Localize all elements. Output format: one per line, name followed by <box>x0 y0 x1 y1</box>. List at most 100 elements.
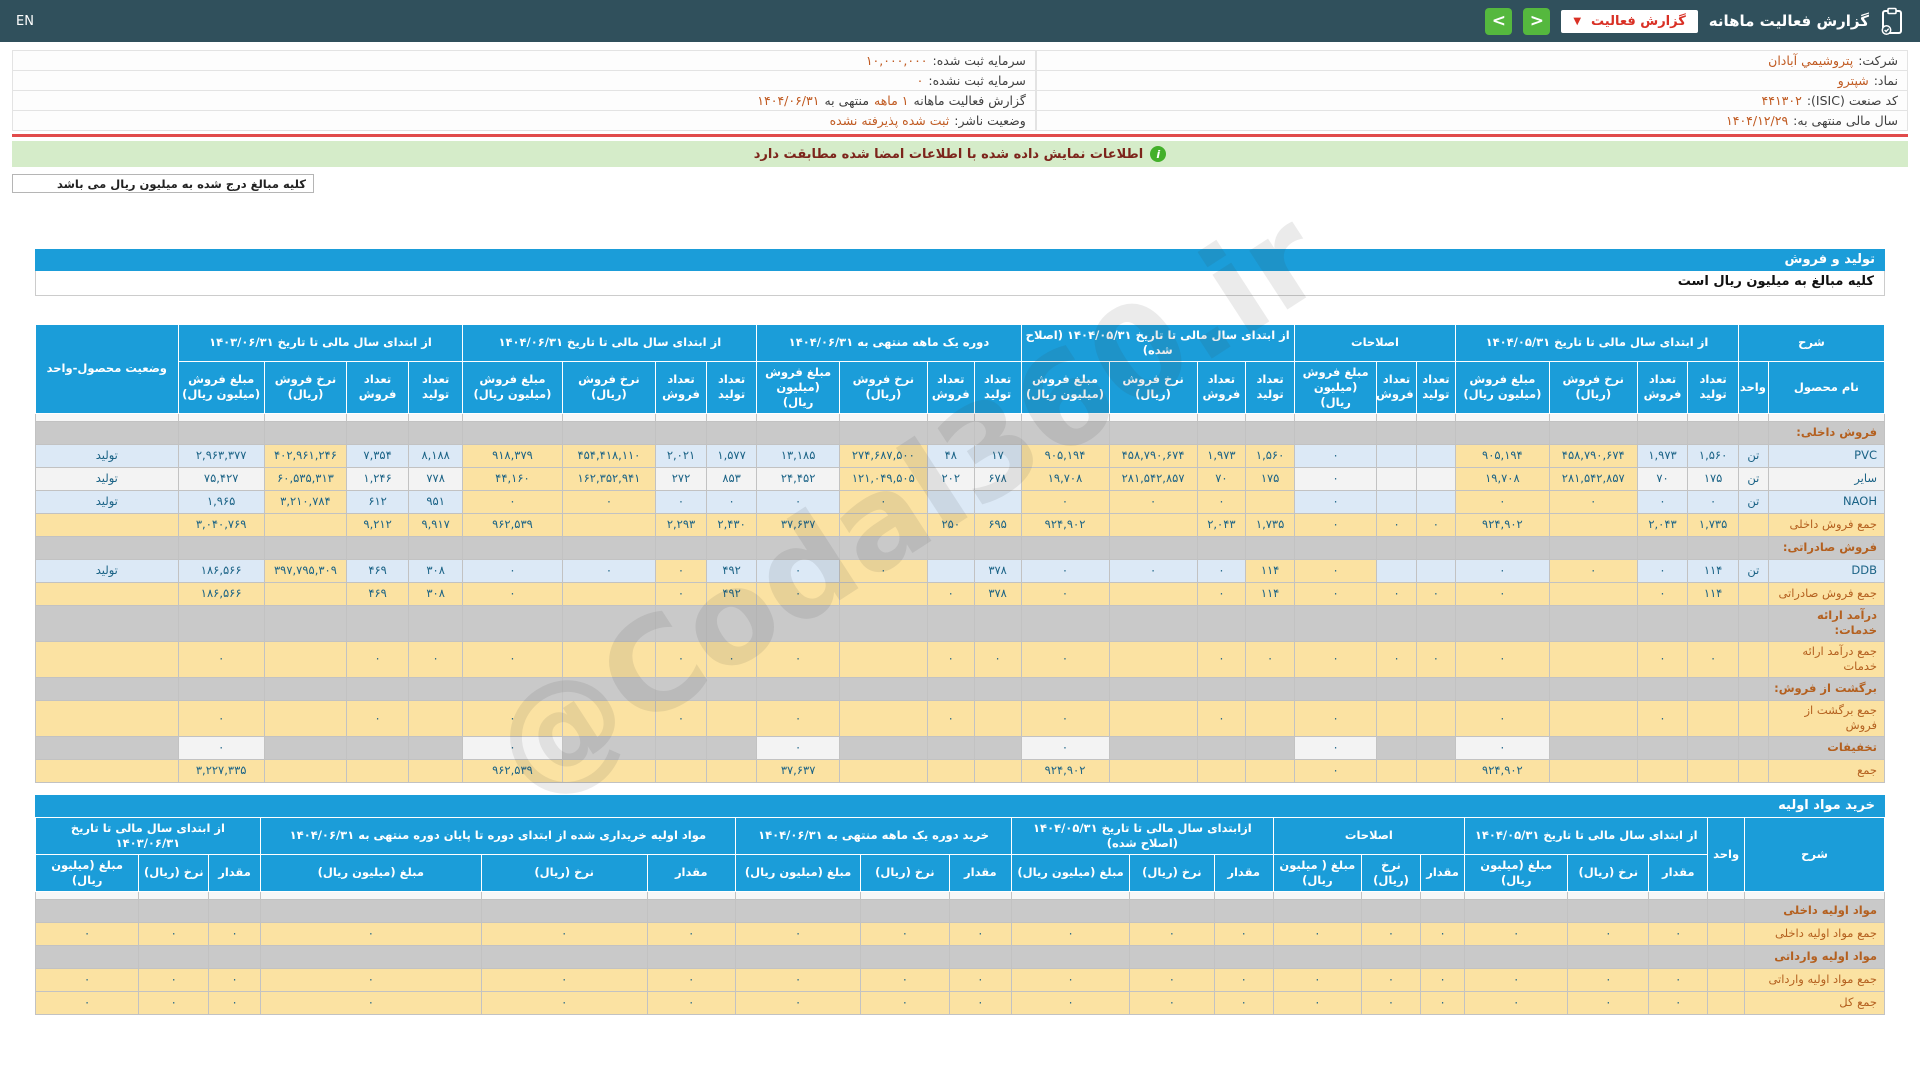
cell: ۰ <box>1012 968 1130 991</box>
cell <box>1708 891 1745 899</box>
cell: ۹۲۴,۹۰۲ <box>1456 759 1550 782</box>
cell <box>36 736 179 759</box>
cell: ۰ <box>1549 559 1637 582</box>
cell <box>1637 736 1688 759</box>
cell <box>1362 891 1421 899</box>
cell <box>1021 421 1109 444</box>
column-header: مقدار <box>1214 854 1273 891</box>
cell: ۲۰۲ <box>927 467 974 490</box>
cell: ۰ <box>178 641 264 677</box>
cell <box>36 413 179 421</box>
cell <box>927 736 974 759</box>
cell <box>839 421 927 444</box>
cell <box>974 759 1021 782</box>
cell: ۰ <box>757 641 839 677</box>
cell <box>463 677 562 700</box>
cell <box>1197 759 1246 782</box>
table-row: جمع۹۲۴,۹۰۲۰۹۲۴,۹۰۲۳۷,۶۳۷۹۶۲,۵۳۹۳,۲۲۷,۳۳۵ <box>36 759 1885 782</box>
cell: ۴۸ <box>927 444 974 467</box>
cell <box>1377 490 1416 513</box>
cell <box>1197 421 1246 444</box>
cell <box>839 759 927 782</box>
cell: ۱۶۲,۳۵۲,۹۴۱ <box>562 467 656 490</box>
report-period-label: گزارش فعالیت ماهانه <box>914 93 1026 108</box>
cell: ۰ <box>1214 991 1273 1014</box>
cell <box>706 421 757 444</box>
report-type-dropdown[interactable]: گزارش فعالیت ▼ <box>1561 10 1697 33</box>
column-header: مبلغ فروش (میلیون ریال) <box>1456 361 1550 413</box>
cell: ۰ <box>209 991 261 1014</box>
cell <box>1420 899 1464 922</box>
cell: ۰ <box>1568 922 1649 945</box>
cell: ۷۷۸ <box>408 467 462 490</box>
section-row: برگشت از فروش: <box>36 677 1885 700</box>
next-report-button[interactable]: > <box>1485 8 1512 35</box>
cell: ۰ <box>656 641 707 677</box>
cell <box>735 899 860 922</box>
column-header: تعداد تولید <box>408 361 462 413</box>
cell: ۹۰۵,۱۹۴ <box>1456 444 1550 467</box>
cell: ۰ <box>757 559 839 582</box>
cell: ۳,۰۴۰,۷۶۹ <box>178 513 264 536</box>
cell: ۰ <box>1197 559 1246 582</box>
cell: ۲۸۱,۵۴۲,۸۵۷ <box>1109 467 1197 490</box>
cell <box>408 413 462 421</box>
cell <box>656 759 707 782</box>
info-icon: i <box>1150 146 1166 162</box>
column-header: نام محصول <box>1768 361 1884 413</box>
column-group-header: واحد <box>1708 817 1745 891</box>
column-group-header: از ابتدای سال مالی تا تاریخ ۱۴۰۴/۰۶/۳۱ <box>463 325 757 362</box>
column-header: تعداد فروش <box>1377 361 1416 413</box>
cell <box>1649 899 1708 922</box>
prev-report-button[interactable]: < <box>1523 8 1550 35</box>
cell: ۱۹,۷۰۸ <box>1021 467 1109 490</box>
cell: ۰ <box>1377 513 1416 536</box>
cell <box>1708 899 1745 922</box>
cell <box>757 677 839 700</box>
cell: ۴۴,۱۶۰ <box>463 467 562 490</box>
cell <box>178 536 264 559</box>
cell: ۱۱۴ <box>1246 582 1295 605</box>
cell <box>861 945 949 968</box>
language-toggle[interactable]: EN <box>16 14 34 29</box>
cell: تولید <box>36 444 179 467</box>
cell: ۱۸۶,۵۶۶ <box>178 582 264 605</box>
isic-row: کد صنعت (ISIC): ۴۴۱۳۰۲ <box>1036 91 1908 111</box>
cell <box>1021 536 1109 559</box>
cell: ۰ <box>1197 582 1246 605</box>
report-period-ending-label: منتهی به <box>824 93 869 108</box>
cell <box>1465 945 1568 968</box>
section-row: مواد اولیه داخلی <box>36 899 1885 922</box>
cell <box>1246 536 1295 559</box>
cell <box>1738 736 1768 759</box>
cell <box>562 605 656 641</box>
cell: ۰ <box>757 582 839 605</box>
cell <box>347 677 409 700</box>
cell <box>839 605 927 641</box>
cell: ۰ <box>36 968 139 991</box>
cell: ۰ <box>1420 991 1464 1014</box>
column-header: تعداد تولید <box>706 361 757 413</box>
cell: NAOH <box>1768 490 1884 513</box>
cell <box>1738 700 1768 736</box>
cell: ۰ <box>139 991 209 1014</box>
cell <box>1416 736 1455 759</box>
column-header: مبلغ (میلیون ریال) <box>735 854 860 891</box>
cell: ۰ <box>463 736 562 759</box>
cell: مواد اولیه داخلی <box>1745 899 1885 922</box>
red-divider <box>12 134 1908 137</box>
cell <box>974 413 1021 421</box>
section-row: فروش صادراتی: <box>36 536 1885 559</box>
column-header: نرخ (ریال) <box>1130 854 1215 891</box>
cell <box>260 891 481 899</box>
table-row <box>36 891 1885 899</box>
cell: ۱,۲۴۶ <box>347 467 409 490</box>
cell <box>463 421 562 444</box>
cell: جمع مواد اولیه داخلی <box>1745 922 1885 945</box>
column-header: مقدار <box>647 854 735 891</box>
cell <box>1549 413 1637 421</box>
cell <box>1649 891 1708 899</box>
cell: ۹۶۲,۵۳۹ <box>463 513 562 536</box>
signed-info-banner: i اطلاعات نمایش داده شده با اطلاعات امضا… <box>12 141 1908 167</box>
column-header: تعداد تولید <box>1416 361 1455 413</box>
